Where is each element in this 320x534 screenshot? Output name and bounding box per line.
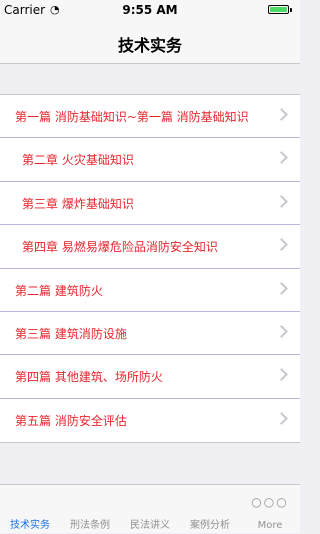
tab-label: 案例分析 [190, 520, 230, 531]
tab-technical-practice[interactable]: 技术实务 [0, 485, 60, 534]
more-dots-icon: ○○○ [251, 495, 289, 509]
chevron-right-icon [275, 238, 288, 252]
tab-criminal-law[interactable]: 刑法条例 [60, 485, 120, 534]
chapter-list: 第一篇 消防基础知识~第一篇 消防基础知识 第二章 火灾基础知识 第三章 爆炸基… [0, 94, 300, 444]
chevron-right-icon [275, 411, 288, 425]
list-item-label: 第二章 火灾基础知识 [22, 153, 134, 168]
tab-civil-law[interactable]: 民法讲义 [120, 485, 180, 534]
status-time: 9:55 AM [122, 3, 178, 17]
chevron-right-icon [275, 325, 288, 338]
tab-case-analysis[interactable]: 案例分析 [180, 485, 240, 534]
tab-more[interactable]: ○○○ More [240, 485, 300, 534]
page-title: 技术实务 [117, 36, 182, 55]
list-item-label: 第一篇 消防基础知识~第一篇 消防基础知识 [15, 110, 249, 124]
battery-icon [268, 5, 289, 14]
navigation-bar: 技术实务 [0, 20, 300, 64]
chevron-right-icon [275, 368, 288, 382]
list-item[interactable]: 第四章 易燃易爆危险品消防安全知识 [0, 225, 300, 269]
tab-label: More [257, 520, 283, 531]
list-item[interactable]: 第二章 火灾基础知识 [0, 138, 300, 182]
list-item-label: 第五篇 消防安全评估 [15, 413, 127, 428]
section-gap [0, 64, 300, 94]
tab-bar: 技术实务 刑法条例 民法讲义 案例分析 ○○○ More [0, 484, 300, 533]
list-item-label: 第三篇 建筑消防设施 [15, 326, 127, 341]
list-item[interactable]: 第二篇 建筑防火 [0, 269, 300, 312]
list-item-label: 第四篇 其他建筑、场所防火 [15, 370, 163, 385]
list-item[interactable]: 第三篇 建筑消防设施 [0, 312, 300, 356]
chevron-right-icon [275, 108, 288, 121]
list-item[interactable]: 第三章 爆炸基础知识 [0, 182, 300, 226]
chevron-right-icon [275, 194, 288, 208]
list-item-label: 第二篇 建筑防火 [15, 283, 103, 298]
tab-label: 技术实务 [10, 520, 50, 531]
chevron-right-icon [275, 281, 288, 295]
list-item-label: 第四章 易燃易爆危险品消防安全知识 [22, 240, 218, 255]
chevron-right-icon [275, 151, 288, 165]
list-item-label: 第三章 爆炸基础知识 [22, 196, 134, 211]
battery-tip [290, 8, 292, 12]
tab-label: 民法讲义 [130, 520, 170, 531]
list-item[interactable]: 第五篇 消防安全评估 [0, 399, 300, 442]
tab-label: 刑法条例 [70, 520, 110, 531]
list-item[interactable]: 第一篇 消防基础知识~第一篇 消防基础知识 [0, 95, 300, 139]
list-item[interactable]: 第四篇 其他建筑、场所防火 [0, 355, 300, 399]
status-bar: Carrier ◔ 9:55 AM [0, 0, 300, 20]
